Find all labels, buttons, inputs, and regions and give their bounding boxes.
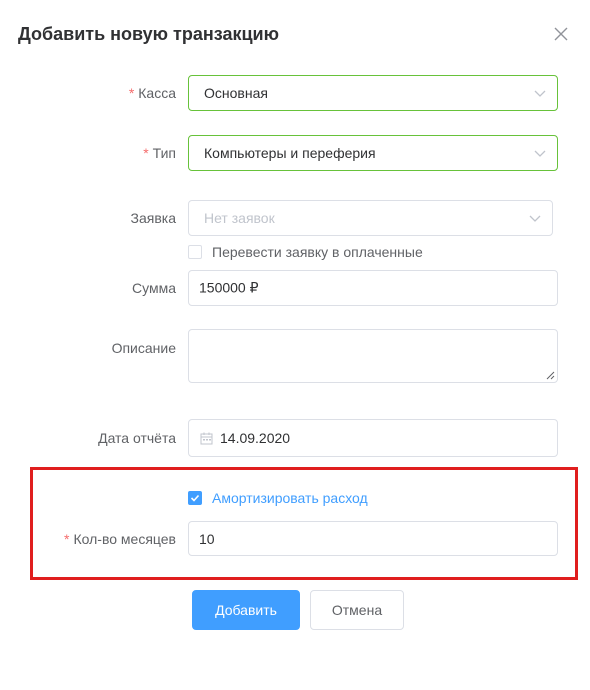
chevron-down-icon [534,150,546,157]
months-input-value: 10 [199,530,215,547]
months-label-text: Кол-во месяцев [73,531,177,547]
chevron-down-icon [529,215,541,222]
kassa-select-value: Основная [204,85,268,101]
required-mark: * [143,145,149,161]
required-mark: * [64,531,70,547]
calendar-icon [200,432,213,445]
description-textarea[interactable] [188,329,558,383]
months-input[interactable]: 10 [188,521,558,556]
type-label-text: Тип [152,145,176,161]
kassa-select[interactable]: Основная [188,75,558,111]
request-label: Заявка [130,210,176,226]
amount-input-value: 150000 ₽ [199,279,259,296]
request-select-placeholder: Нет заявок [204,210,275,226]
checkbox-box-checked[interactable] [188,491,202,505]
type-label: * Тип [143,145,176,161]
kassa-label-text: Касса [138,85,176,101]
close-icon[interactable] [549,22,573,46]
required-mark: * [128,85,135,101]
add-transaction-dialog: Добавить новую транзакцию * Касса Основна… [0,0,590,690]
amount-label: Сумма [132,280,176,296]
report-date-label: Дата отчёта [98,430,176,446]
check-icon [190,494,200,502]
checkbox-box[interactable] [188,245,202,259]
report-date-value: 14.09.2020 [220,430,291,446]
amount-input[interactable]: 150000 ₽ [188,270,558,306]
report-date-picker[interactable]: 14.09.2020 [188,419,558,457]
description-label: Описание [111,340,176,356]
resize-handle-icon[interactable] [546,371,555,380]
cancel-button[interactable]: Отмена [310,590,404,630]
chevron-down-icon [534,90,546,97]
submit-button[interactable]: Добавить [192,590,300,630]
months-label: * Кол-во месяцев [64,531,176,547]
dialog-title: Добавить новую транзакцию [18,24,279,44]
mark-paid-checkbox[interactable]: Перевести заявку в оплаченные [188,244,423,260]
type-select[interactable]: Компьютеры и переферия [188,135,558,171]
kassa-label: * Касса [129,85,176,101]
amortize-checkbox[interactable]: Амортизировать расход [188,490,368,506]
request-select[interactable]: Нет заявок [188,200,553,236]
type-select-value: Компьютеры и переферия [204,145,376,161]
mark-paid-label: Перевести заявку в оплаченные [212,244,423,260]
amortize-label: Амортизировать расход [212,490,368,506]
